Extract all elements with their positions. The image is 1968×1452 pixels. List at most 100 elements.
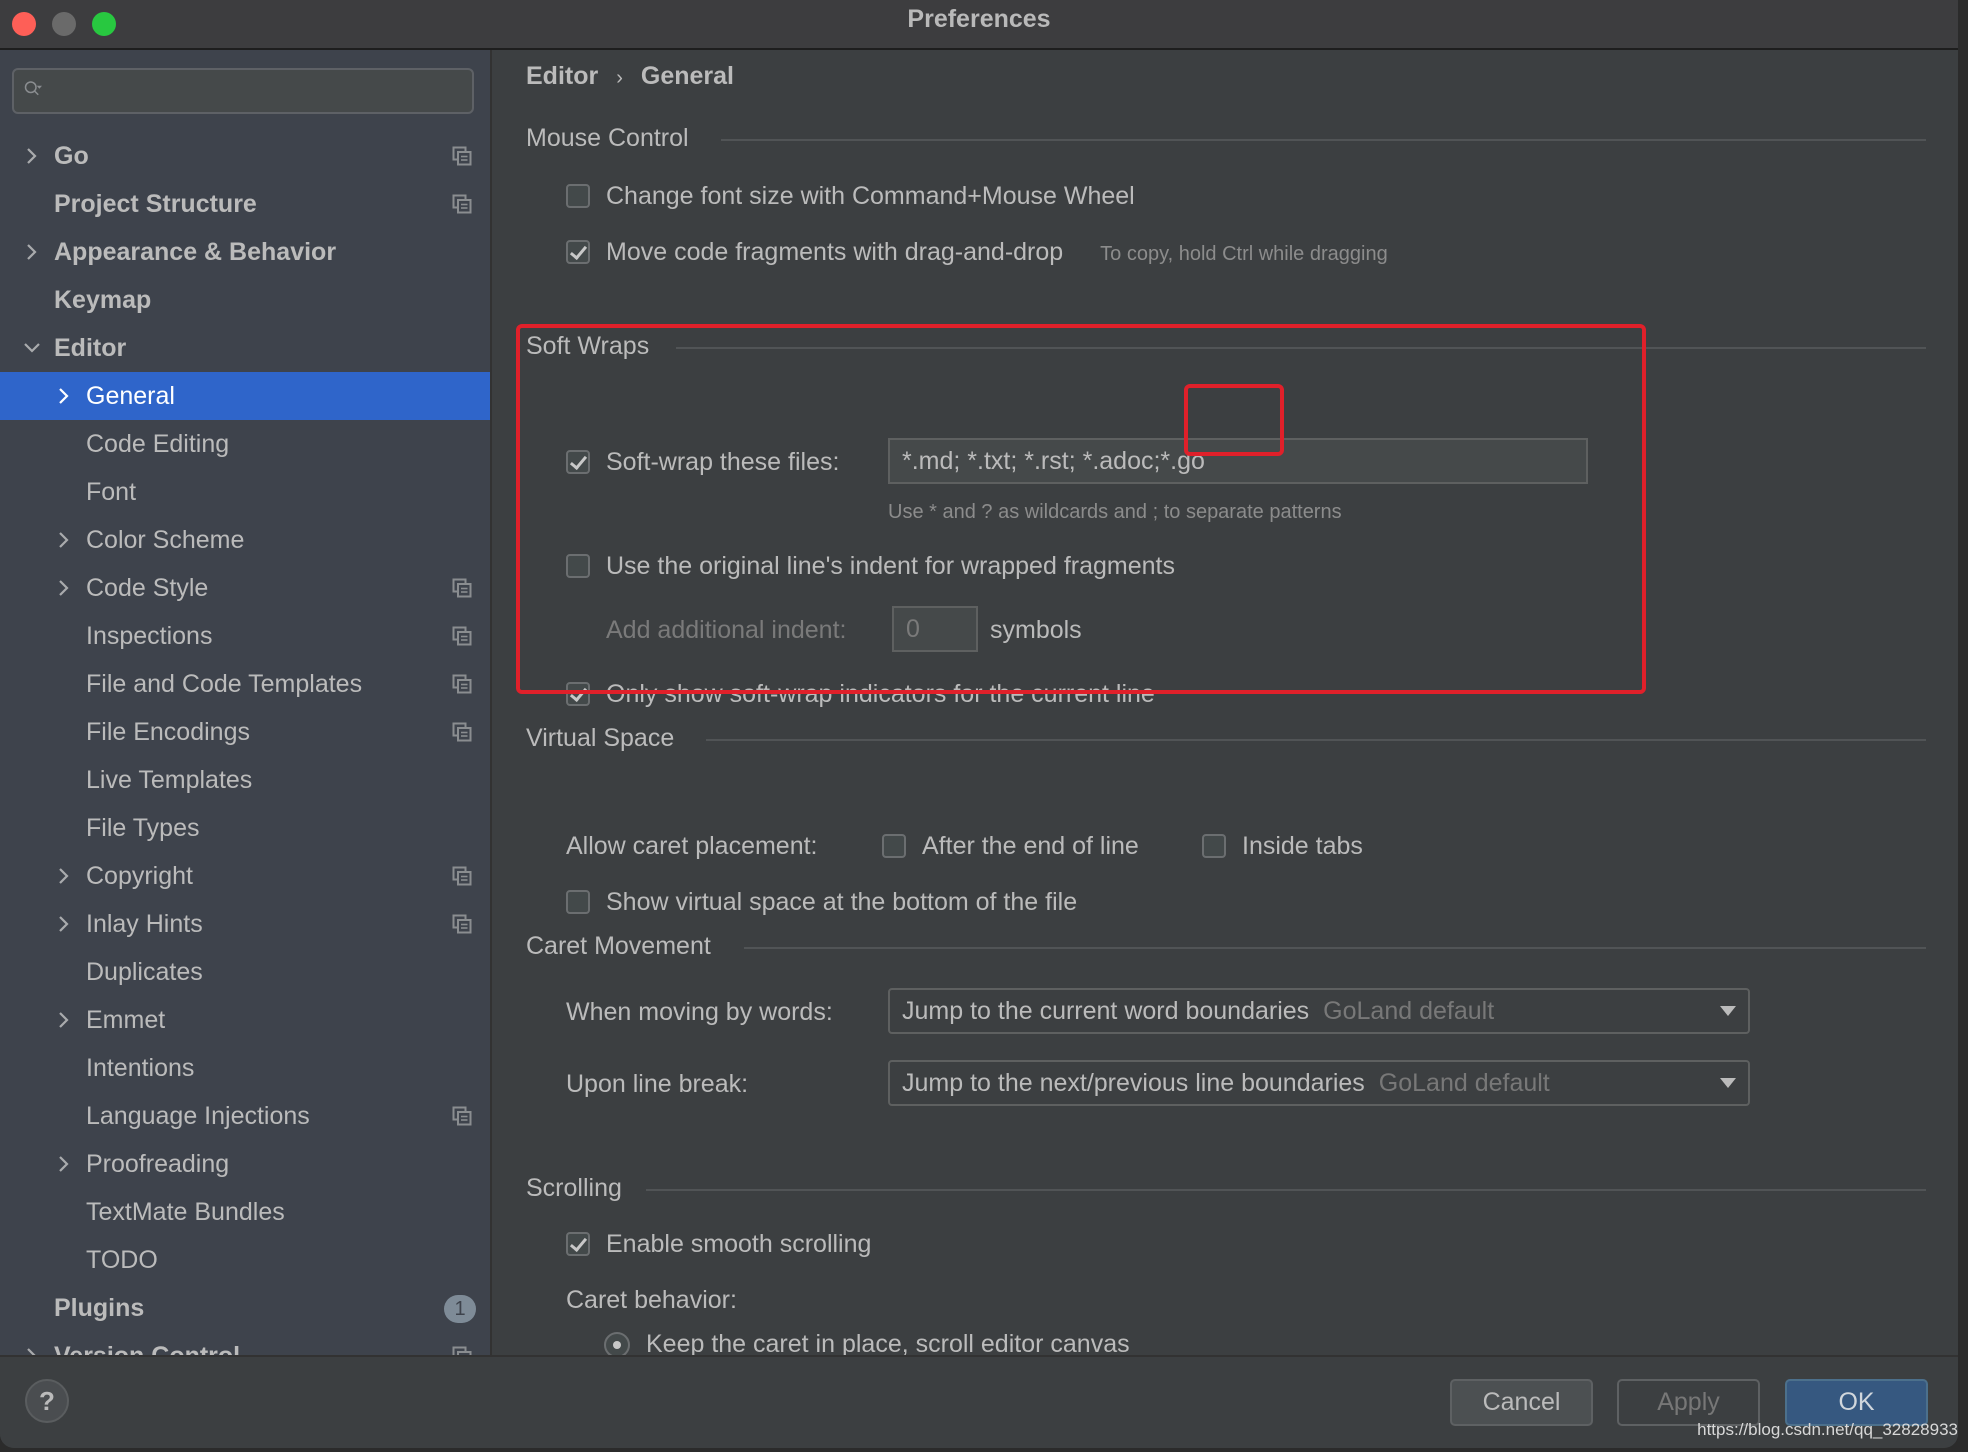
sidebar-item[interactable]: File and Code Templates [0, 660, 490, 708]
divider [744, 947, 1926, 949]
project-level-icon [452, 1346, 472, 1355]
sidebar-item[interactable]: File Types [0, 804, 490, 852]
sidebar-item-label: Live Templates [86, 766, 253, 794]
change-font-size-checkbox[interactable] [566, 184, 590, 208]
sidebar-item[interactable]: Emmet [0, 996, 490, 1044]
chevron-right-icon[interactable] [54, 900, 74, 948]
project-level-icon [452, 674, 472, 694]
sidebar-item-label: File and Code Templates [86, 670, 363, 698]
cancel-button[interactable]: Cancel [1450, 1379, 1593, 1426]
sidebar-item[interactable]: Duplicates [0, 948, 490, 996]
sidebar-item[interactable]: Editor [0, 324, 490, 372]
show-virtual-space-checkbox[interactable] [566, 890, 590, 914]
scrolling-title: Scrolling [526, 1174, 622, 1202]
chevron-right-icon[interactable] [22, 1332, 42, 1355]
settings-sidebar: Go Project Structure Appearance & Behavior… [0, 50, 492, 1355]
settings-search-input[interactable] [12, 68, 474, 114]
sidebar-item[interactable]: Font [0, 468, 490, 516]
sidebar-item-label: Copyright [86, 862, 193, 890]
settings-content: Editor › General Mouse Control Change font… [492, 50, 1958, 1355]
sidebar-item-label: Keymap [54, 286, 152, 314]
divider [646, 1189, 1926, 1191]
chevron-down-icon [1720, 1078, 1736, 1088]
sidebar-item[interactable]: Copyright [0, 852, 490, 900]
sidebar-item-label: Code Editing [86, 430, 230, 458]
help-button[interactable]: ? [25, 1379, 69, 1423]
chevron-right-icon[interactable] [54, 564, 74, 612]
keep-caret-option[interactable]: Keep the caret in place, scroll editor c… [604, 1326, 1130, 1355]
change-font-size-label: Change font size with Command+Mouse Whee… [606, 182, 1135, 210]
sidebar-item[interactable]: Project Structure [0, 180, 490, 228]
move-code-fragments-label: Move code fragments with drag-and-drop [606, 238, 1064, 266]
line-break-label: Upon line break: [566, 1070, 749, 1098]
smooth-scrolling-option[interactable]: Enable smooth scrolling [566, 1226, 871, 1262]
move-code-fragments-option[interactable]: Move code fragments with drag-and-drop T… [566, 234, 1388, 270]
after-end-of-line-option[interactable]: After the end of line [882, 828, 1139, 864]
sidebar-item[interactable]: Inlay Hints [0, 900, 490, 948]
settings-tree: Go Project Structure Appearance & Behavior… [0, 132, 490, 1355]
sidebar-item[interactable]: Keymap [0, 276, 490, 324]
moving-by-words-dropdown[interactable]: Jump to the current word boundaries GoLan… [888, 988, 1750, 1034]
sidebar-item[interactable]: Version Control [0, 1332, 490, 1355]
chevron-down-icon [1720, 1006, 1736, 1016]
sidebar-item-label: TextMate Bundles [86, 1198, 285, 1226]
sidebar-item-label: Color Scheme [86, 526, 245, 554]
sidebar-item-label: Proofreading [86, 1150, 230, 1178]
smooth-scrolling-label: Enable smooth scrolling [606, 1230, 872, 1258]
sidebar-item[interactable]: Language Injections [0, 1092, 490, 1140]
chevron-right-icon[interactable] [54, 996, 74, 1044]
apply-button[interactable]: Apply [1617, 1379, 1760, 1426]
keep-caret-radio[interactable] [604, 1332, 630, 1355]
sidebar-item[interactable]: General [0, 372, 490, 420]
after-end-of-line-checkbox[interactable] [882, 834, 906, 858]
move-code-fragments-checkbox[interactable] [566, 240, 590, 264]
project-level-icon [452, 626, 472, 646]
highlight-annotation-go-pattern [1184, 384, 1284, 456]
inside-tabs-option[interactable]: Inside tabs [1202, 828, 1363, 864]
sidebar-item[interactable]: Color Scheme [0, 516, 490, 564]
sidebar-item[interactable]: Inspections [0, 612, 490, 660]
inside-tabs-checkbox[interactable] [1202, 834, 1226, 858]
chevron-right-icon[interactable] [22, 132, 42, 180]
project-level-icon [452, 146, 472, 166]
change-font-size-option[interactable]: Change font size with Command+Mouse Whee… [566, 178, 1135, 214]
project-level-icon [452, 866, 472, 886]
chevron-right-icon[interactable] [54, 372, 74, 420]
keep-caret-label: Keep the caret in place, scroll editor c… [646, 1330, 1130, 1355]
sidebar-item[interactable]: TODO [0, 1236, 490, 1284]
sidebar-item[interactable]: Appearance & Behavior [0, 228, 490, 276]
virtual-space-title: Virtual Space [526, 724, 675, 752]
line-break-dropdown[interactable]: Jump to the next/previous line boundarie… [888, 1060, 1750, 1106]
sidebar-item[interactable]: Live Templates [0, 756, 490, 804]
sidebar-item[interactable]: Proofreading [0, 1140, 490, 1188]
title-bar: Preferences [0, 0, 1958, 50]
sidebar-item[interactable]: Go [0, 132, 490, 180]
sidebar-item-label: Appearance & Behavior [54, 238, 337, 266]
preferences-window: Preferences Go Project Structure Appearanc… [0, 0, 1958, 1448]
sidebar-item[interactable]: Code Style [0, 564, 490, 612]
chevron-right-icon[interactable] [54, 516, 74, 564]
highlight-annotation-box [516, 324, 1646, 694]
sidebar-item-label: Intentions [86, 1054, 195, 1082]
smooth-scrolling-checkbox[interactable] [566, 1232, 590, 1256]
sidebar-item[interactable]: TextMate Bundles [0, 1188, 490, 1236]
background-edge [1958, 0, 1968, 1452]
chevron-down-icon[interactable] [22, 324, 42, 372]
chevron-right-icon[interactable] [54, 1140, 74, 1188]
sidebar-item-label: Plugins [54, 1294, 145, 1322]
ok-button[interactable]: OK [1785, 1379, 1928, 1426]
chevron-right-icon[interactable] [54, 852, 74, 900]
moving-by-words-label: When moving by words: [566, 998, 833, 1026]
project-level-icon [452, 1106, 472, 1126]
scrolling-group: Scrolling [526, 1174, 1926, 1204]
caret-behavior-label: Caret behavior: [566, 1286, 737, 1314]
sidebar-item[interactable]: File Encodings [0, 708, 490, 756]
caret-movement-group: Caret Movement [526, 932, 1926, 962]
sidebar-item[interactable]: Code Editing [0, 420, 490, 468]
breadcrumb-parent[interactable]: Editor [526, 62, 598, 90]
chevron-right-icon[interactable] [22, 228, 42, 276]
sidebar-item[interactable]: Plugins 1 [0, 1284, 490, 1332]
sidebar-item-label: File Encodings [86, 718, 250, 746]
sidebar-item[interactable]: Intentions [0, 1044, 490, 1092]
show-virtual-space-option[interactable]: Show virtual space at the bottom of the … [566, 884, 1077, 920]
